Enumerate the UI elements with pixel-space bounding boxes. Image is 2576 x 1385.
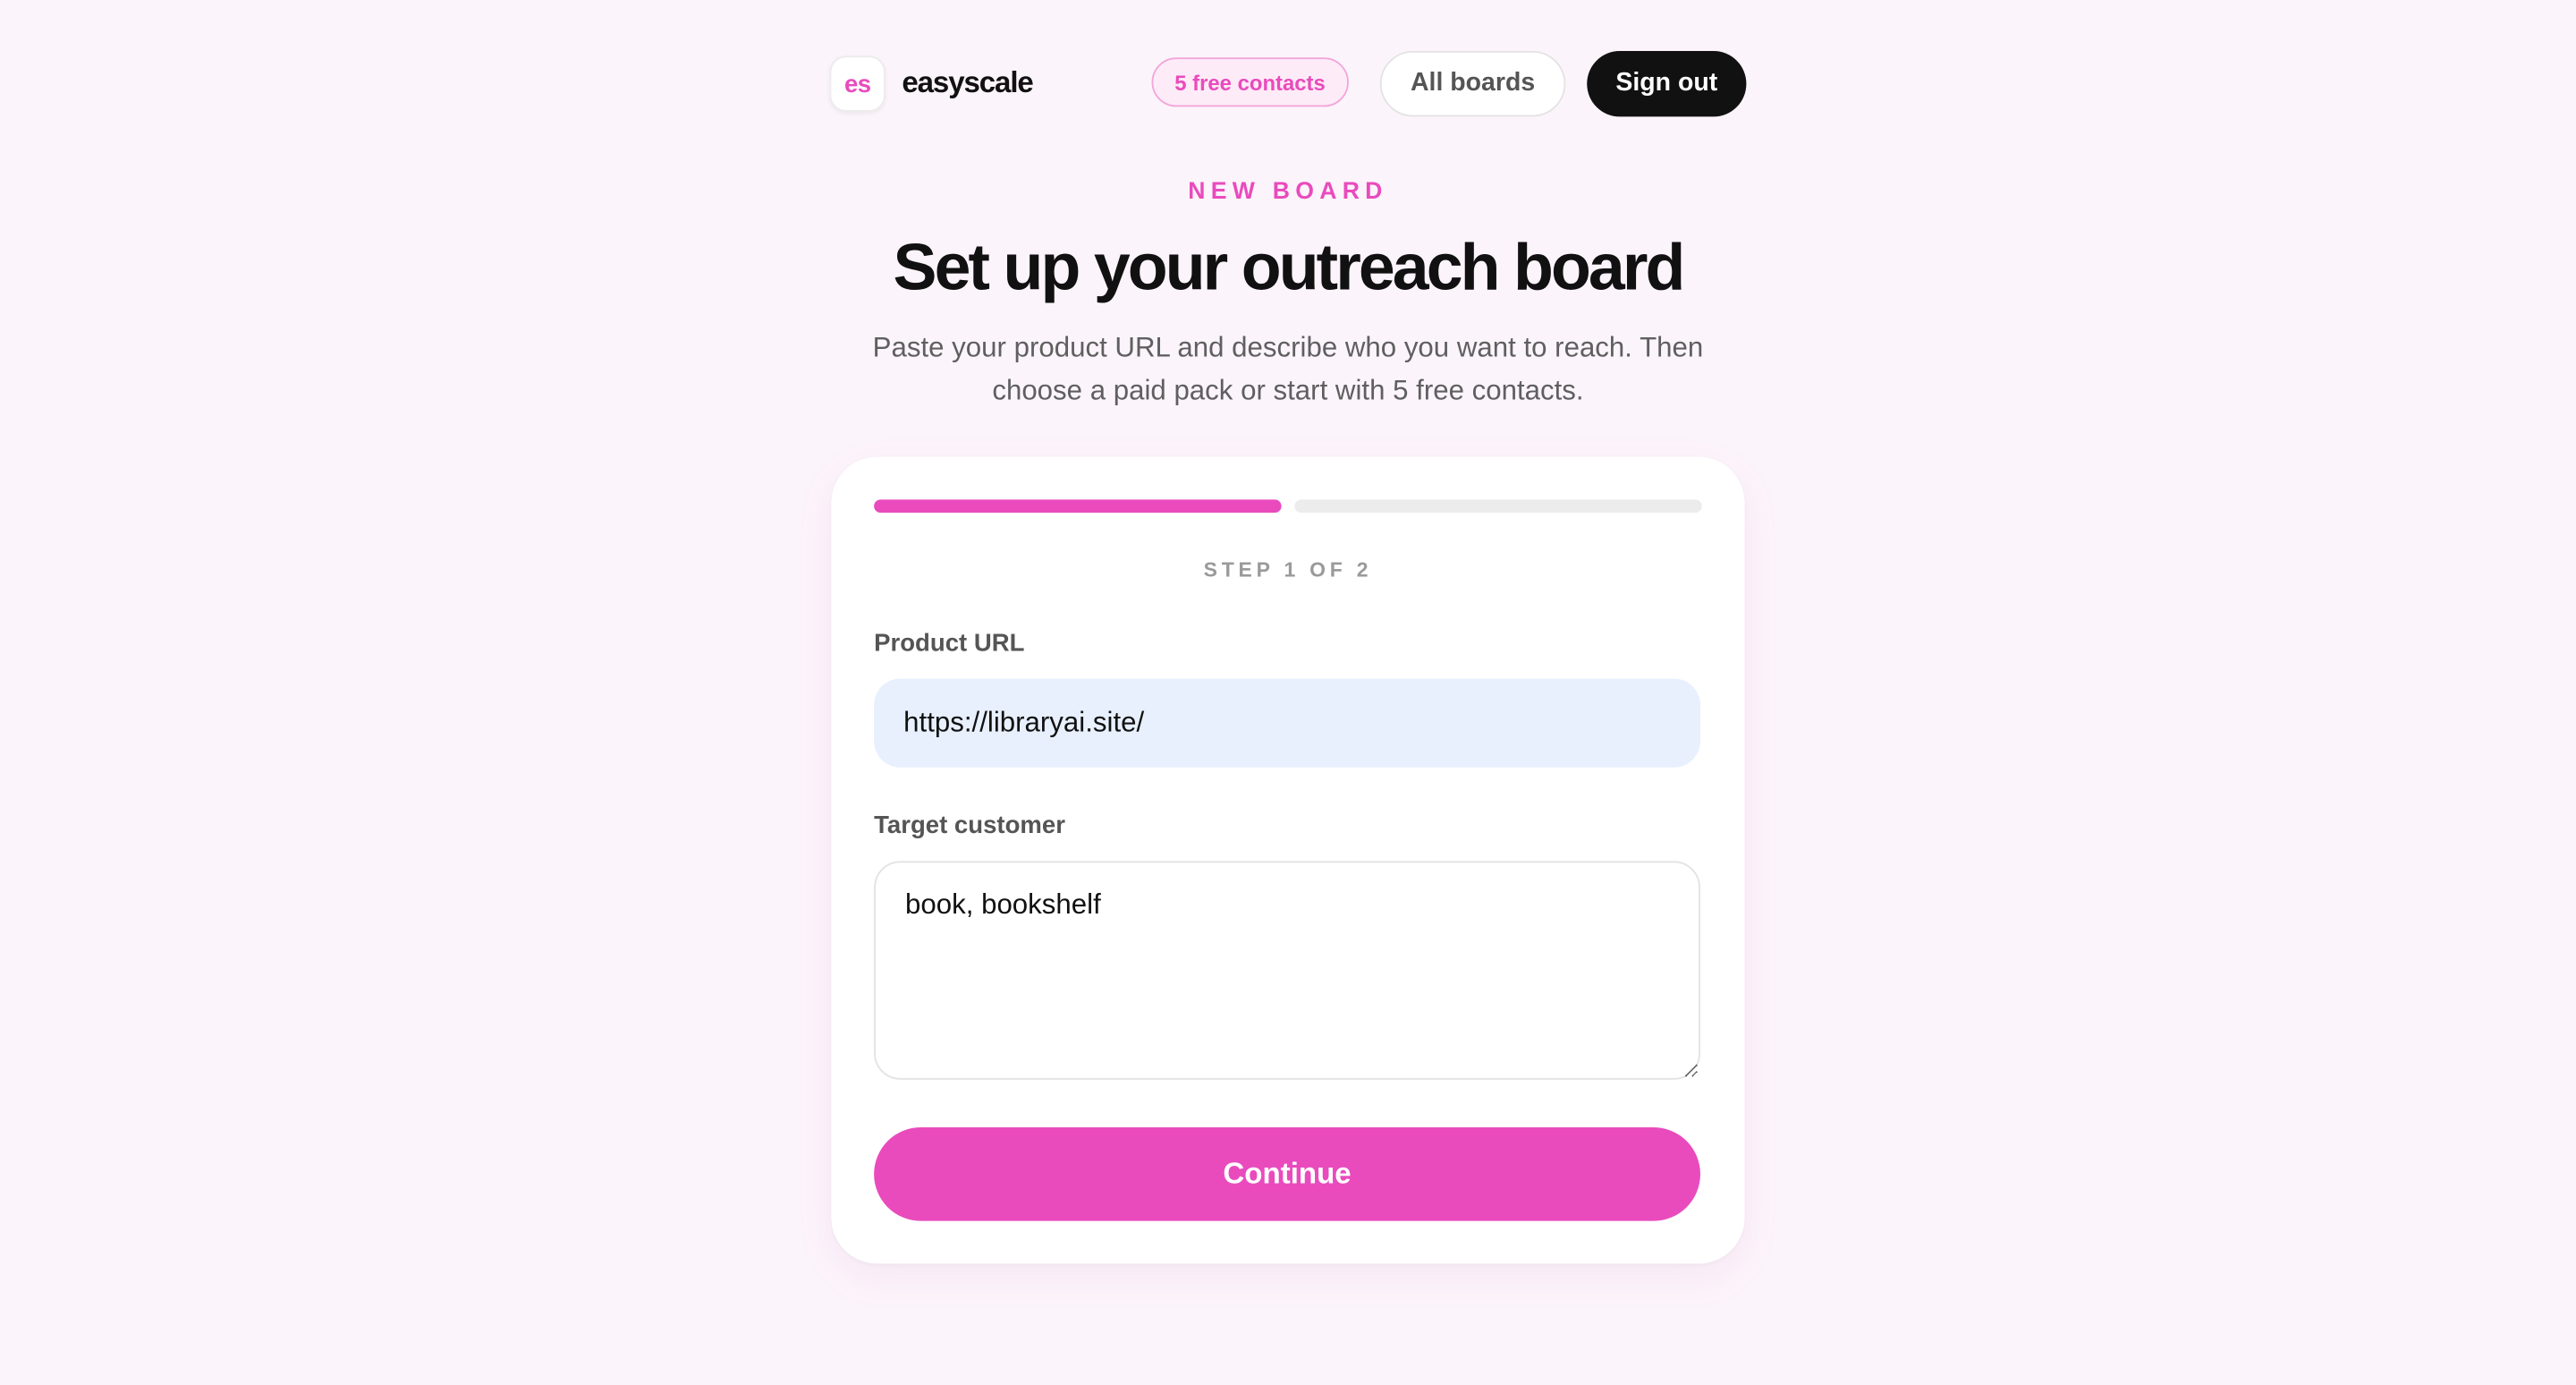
progress-segment-active <box>874 499 1282 514</box>
board-setup-card: STEP 1 OF 2 Product URL Target customer … <box>831 456 1745 1264</box>
logo-text[interactable]: easyscale <box>902 65 1033 100</box>
eyebrow-label: NEW BOARD <box>1188 179 1388 206</box>
page-title: Set up your outreach board <box>893 231 1686 304</box>
continue-button[interactable]: Continue <box>874 1126 1700 1221</box>
free-contacts-badge: 5 free contacts <box>1151 57 1349 107</box>
sign-out-button[interactable]: Sign out <box>1587 50 1747 117</box>
page: es easyscale 5 free contacts All boards … <box>0 0 2576 1385</box>
top-nav: es easyscale 5 free contacts All boards … <box>829 50 1747 117</box>
step-progress-bar <box>874 499 1702 514</box>
page-subtitle: Paste your product URL and describe who … <box>872 332 1704 406</box>
all-boards-button[interactable]: All boards <box>1379 50 1566 117</box>
step-indicator: STEP 1 OF 2 <box>1203 558 1373 582</box>
product-url-input[interactable] <box>874 678 1700 768</box>
target-customer-label: Target customer <box>874 811 1065 840</box>
target-customer-textarea[interactable]: book, bookshelf <box>874 861 1700 1080</box>
progress-segment-inactive <box>1294 499 1702 514</box>
logo-mark[interactable]: es <box>829 55 886 112</box>
product-url-label: Product URL <box>874 629 1025 658</box>
